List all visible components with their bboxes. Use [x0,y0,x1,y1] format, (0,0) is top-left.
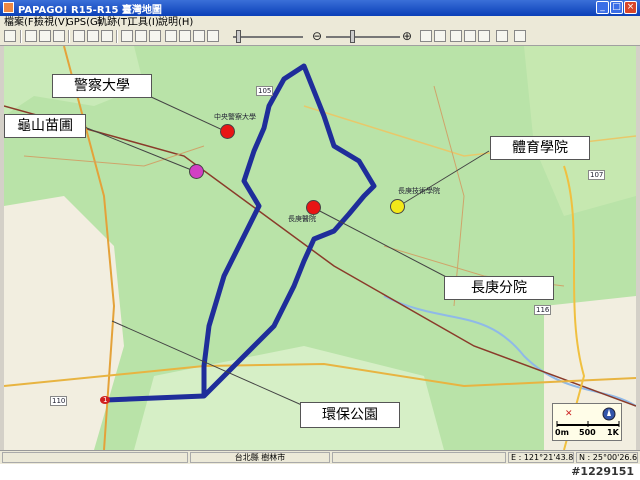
status-cell-empty [2,452,188,463]
zoom-slider-thumb[interactable] [350,30,355,43]
callout-guishan-nursery: 龜山苗圃 [4,114,86,138]
callout-eco-park: 環保公園 [300,402,400,428]
pan-hand-icon[interactable] [434,30,446,42]
print-icon[interactable] [73,30,85,42]
title-bar: PAPAGO! R15-R15 臺灣地圖 _ □ × [0,0,640,16]
route-icon[interactable] [149,30,161,42]
status-cell-empty [332,452,506,463]
gps-icon[interactable] [121,30,133,42]
road-shield-110: 110 [50,396,68,406]
watermark-id: #1229151 [571,465,634,478]
fullscreen-icon[interactable] [514,30,526,42]
label-sports-college: 長庚技術學院 [398,187,440,195]
toolbar-separator [116,30,118,43]
marker-police-university[interactable] [220,124,235,139]
callout-changgung-branch: 長庚分院 [444,276,554,300]
status-bar: 台北縣 樹林市 E : 121°21'43.8" N : 25°00'26.6" [0,450,640,465]
zoom-out-icon[interactable]: ⊖ [312,29,322,44]
close-button[interactable]: × [624,1,637,14]
app-icon [3,2,14,13]
rotate-reset-icon[interactable] [478,30,490,42]
minimize-button[interactable]: _ [596,1,609,14]
marker-guishan-nursery[interactable] [189,164,204,179]
marker-changgung-branch[interactable] [306,200,321,215]
clear-icon[interactable] [207,30,219,42]
menu-track[interactable]: 軌跡(T) [97,16,131,29]
status-region: 台北縣 樹林市 [190,452,330,463]
menu-file[interactable]: 檔案(F) [4,16,38,29]
open-map-icon[interactable] [4,30,16,42]
marker-sports-college[interactable] [390,199,405,214]
menu-view[interactable]: 檢視(V) [34,16,69,29]
window-title: PAPAGO! R15-R15 臺灣地圖 [18,5,162,16]
zoom-in-icon[interactable]: ⊕ [402,29,412,44]
callout-sports-college: 體育學院 [490,136,590,160]
svg-text:✕: ✕ [565,409,573,419]
scale-tick-500: 500 [579,428,596,437]
back-icon[interactable] [87,30,99,42]
scale-tick-0: 0m [555,428,569,437]
layer-icon[interactable] [165,30,177,42]
map-view[interactable]: 中央警察大學 長庚技術學院 長庚醫院 105 110 116 107 1 警察大… [4,46,636,450]
playback-slider-thumb[interactable] [236,30,241,43]
toolbar-separator [20,30,22,43]
rotate-left-icon[interactable] [450,30,462,42]
save-icon[interactable] [53,30,65,42]
map-drawing [4,46,636,450]
new-file-icon[interactable] [25,30,37,42]
callout-police-university: 警察大學 [52,74,152,98]
menu-help[interactable]: 說明(H) [158,16,193,29]
playback-slider-track[interactable] [233,36,303,38]
zoom-slider-track[interactable] [326,36,400,38]
road-shield-105: 105 [256,86,274,96]
status-latitude: N : 25°00'26.6" [576,452,638,463]
road-shield-116: 116 [534,305,552,315]
menu-tools[interactable]: 工具(I) [128,16,159,29]
label-police-university: 中央警察大學 [214,113,256,121]
select-arrow-icon[interactable] [420,30,432,42]
toolbar-separator [68,30,70,43]
label-changgung-hospital: 長庚醫院 [288,215,316,223]
rotate-right-icon[interactable] [464,30,476,42]
maximize-button[interactable]: □ [610,1,623,14]
view-3d-icon[interactable] [496,30,508,42]
rotate-icon[interactable] [193,30,205,42]
menu-bar: 檔案(F) 檢視(V) GPS(G) 軌跡(T) 工具(I) 說明(H) [0,16,640,29]
scale-tick-1k: 1K [607,428,619,437]
toolbar: ⊖ ⊕ [0,29,640,46]
open-folder-icon[interactable] [39,30,51,42]
status-longitude: E : 121°21'43.8" [508,452,574,463]
forward-icon[interactable] [101,30,113,42]
car-icon[interactable] [135,30,147,42]
scale-bar: ✕ 0m 500 1K [552,403,622,441]
capture-icon[interactable] [179,30,191,42]
watermark-strip: #1229151 [0,464,640,480]
road-shield-107: 107 [588,170,606,180]
